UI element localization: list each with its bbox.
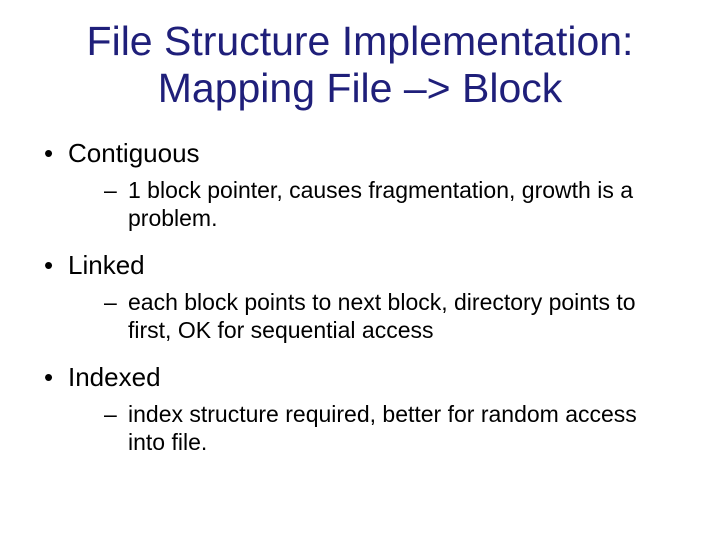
bullet-linked: Linked <box>40 250 680 282</box>
bullet-contiguous: Contiguous <box>40 138 680 170</box>
slide: File Structure Implementation: Mapping F… <box>0 0 720 540</box>
subbullet-text: each block points to next block, directo… <box>128 289 636 343</box>
subbullet-text: index structure required, better for ran… <box>128 401 637 455</box>
bullet-label: Indexed <box>68 362 161 392</box>
slide-body: Contiguous 1 block pointer, causes fragm… <box>40 138 680 455</box>
subbullet-indexed: index structure required, better for ran… <box>40 400 680 456</box>
subbullet-contiguous: 1 block pointer, causes fragmentation, g… <box>40 176 680 232</box>
subbullet-linked: each block points to next block, directo… <box>40 288 680 344</box>
bullet-label: Contiguous <box>68 138 200 168</box>
bullet-indexed: Indexed <box>40 362 680 394</box>
slide-title: File Structure Implementation: Mapping F… <box>40 18 680 112</box>
bullet-label: Linked <box>68 250 145 280</box>
subbullet-text: 1 block pointer, causes fragmentation, g… <box>128 177 633 231</box>
